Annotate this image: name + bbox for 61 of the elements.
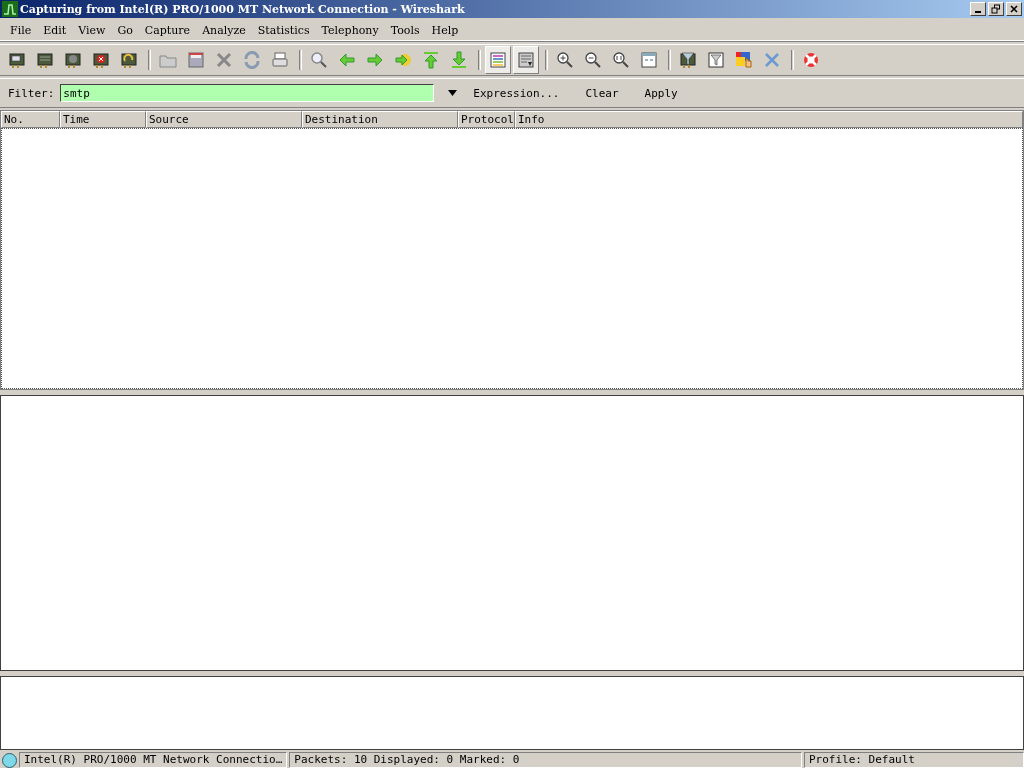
filter-button[interactable]: Clear	[579, 84, 625, 102]
right-arrow-icon	[366, 51, 384, 69]
funnel-window-icon	[707, 51, 725, 69]
column-header[interactable]: Info	[515, 111, 1023, 128]
zoom-reset-icon	[612, 51, 630, 69]
zoom-out-icon	[584, 51, 602, 69]
save-icon	[187, 51, 205, 69]
capture-start-icon	[64, 51, 82, 69]
filter-button[interactable]: Apply	[638, 84, 684, 102]
column-header[interactable]: Destination	[302, 111, 458, 128]
capture-options-icon	[36, 51, 54, 69]
toolbar-button[interactable]	[485, 46, 511, 74]
app-icon	[2, 1, 18, 17]
minimize-icon	[975, 11, 981, 13]
scroll-list-icon	[517, 51, 535, 69]
restore-icon	[991, 4, 1001, 14]
lifebuoy-icon	[802, 51, 820, 69]
status-text: Intel(R) PRO/1000 MT Network Connectio…	[19, 752, 288, 768]
zoom-in-icon	[556, 51, 574, 69]
menu-item[interactable]: File	[4, 23, 38, 37]
capture-restart-icon	[120, 51, 138, 69]
left-arrow-icon	[338, 51, 356, 69]
status-indicator-icon[interactable]	[2, 752, 17, 768]
filter-field[interactable]: smtp	[60, 84, 435, 102]
top-arrow-icon	[422, 51, 440, 69]
resize-columns-icon	[640, 51, 658, 69]
menu-item[interactable]: Capture	[138, 23, 197, 37]
color-hand-icon	[735, 51, 753, 69]
column-header[interactable]: No.	[1, 111, 60, 128]
funnel-card-icon	[679, 51, 697, 69]
close-icon	[1009, 4, 1019, 14]
status-text[interactable]: Profile: Default	[804, 752, 1024, 768]
menu-item[interactable]: Analyze	[196, 23, 252, 37]
reload-icon	[243, 51, 261, 69]
menu-item[interactable]: Tools	[384, 23, 426, 37]
menu-item[interactable]: Telephony	[315, 23, 385, 37]
filter-label: Filter:	[8, 86, 55, 100]
menu-item[interactable]: Statistics	[251, 23, 316, 37]
column-header[interactable]: Time	[60, 111, 146, 128]
menu-item[interactable]: View	[72, 23, 112, 37]
menu-item[interactable]: Help	[425, 23, 465, 37]
toolbar-button[interactable]	[513, 46, 539, 74]
close-x-icon	[215, 51, 233, 69]
window-title: Capturing from Intel(R) PRO/1000 MT Network Connection - Wireshark	[20, 2, 465, 16]
goto-arrow-icon	[394, 51, 412, 69]
filter-button[interactable]: Expression...	[467, 84, 566, 102]
colored-list-icon	[489, 51, 507, 69]
column-header[interactable]: Source	[146, 111, 302, 128]
column-header[interactable]: Protocol	[458, 111, 515, 128]
bottom-arrow-icon	[450, 51, 468, 69]
menu-item[interactable]: Edit	[37, 23, 73, 37]
search-icon	[310, 51, 328, 69]
menu-item[interactable]: Go	[111, 23, 139, 37]
caret-icon	[448, 90, 458, 96]
status-text: Packets: 10 Displayed: 0 Marked: 0	[289, 752, 802, 768]
restore-button[interactable]	[988, 2, 1004, 16]
close-button[interactable]	[1006, 2, 1022, 16]
minimize-button[interactable]	[970, 2, 986, 16]
printer-icon	[271, 51, 289, 69]
capture-stop-icon	[92, 51, 110, 69]
interface-list-icon	[8, 51, 26, 69]
